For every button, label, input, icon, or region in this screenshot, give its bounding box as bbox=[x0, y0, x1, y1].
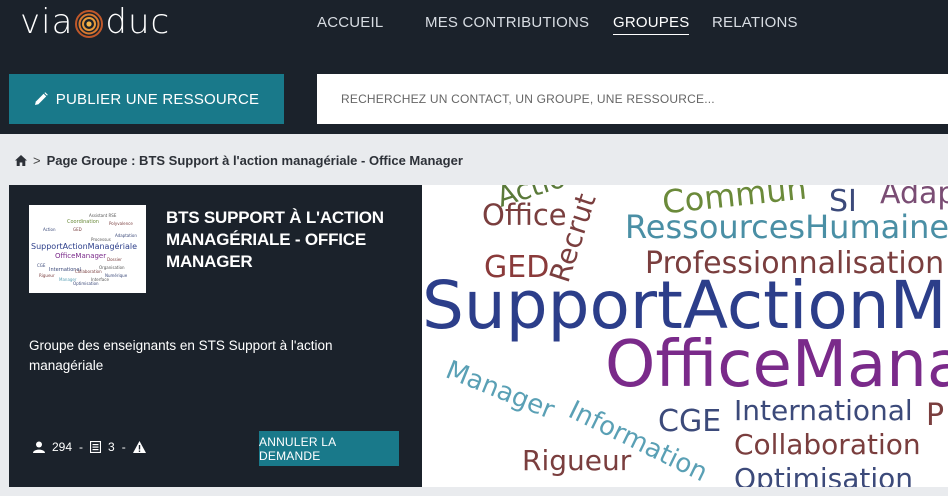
group-description: Groupe des enseignants en STS Support à … bbox=[29, 338, 333, 373]
cloud-word: CGE bbox=[658, 404, 722, 439]
stat-separator: - bbox=[79, 440, 84, 454]
publish-label: PUBLIER UNE RESSOURCE bbox=[55, 90, 260, 108]
breadcrumb-separator: > bbox=[33, 153, 41, 168]
cloud-word: OfficeMana bbox=[605, 328, 948, 402]
cloud-word: RessourcesHumaines bbox=[625, 208, 948, 246]
nav-groupes[interactable]: GROUPES bbox=[613, 14, 690, 35]
logo-text-left: via bbox=[20, 2, 74, 42]
thumb-word: Adaptation bbox=[115, 233, 137, 238]
cloud-word: Office bbox=[482, 198, 567, 232]
publish-resource-button[interactable]: PUBLIER UNE RESSOURCE bbox=[9, 74, 284, 124]
cloud-word: International bbox=[734, 394, 913, 427]
group-thumbnail: Assistant RSE Coordination Polyvalence Acti… bbox=[29, 205, 146, 293]
user-icon bbox=[33, 441, 45, 453]
cloud-word: Manager bbox=[441, 355, 559, 426]
cancel-request-button[interactable]: ANNULER LA DEMANDE bbox=[259, 431, 399, 466]
group-title: BTS SUPPORT À L'ACTION MANAGÉRIALE - OFF… bbox=[166, 208, 384, 271]
thumb-word: Polyvalence bbox=[109, 221, 133, 226]
thumb-word: Action bbox=[43, 227, 56, 232]
thumb-word: CGE bbox=[37, 263, 46, 268]
nav-relations[interactable]: RELATIONS bbox=[712, 14, 798, 31]
home-icon[interactable] bbox=[15, 155, 27, 166]
cloud-word: Collaboration bbox=[734, 428, 921, 461]
thumb-word: OfficeManager bbox=[55, 252, 106, 260]
members-count: 294 bbox=[52, 440, 73, 454]
thumb-word: Rigueur bbox=[39, 273, 55, 278]
thumb-word: Dossier bbox=[107, 257, 122, 262]
resources-count: 3 bbox=[108, 440, 115, 454]
cloud-word: Adap bbox=[880, 185, 948, 211]
document-icon bbox=[90, 441, 102, 453]
breadcrumb-current: Page Groupe : BTS Support à l'action man… bbox=[46, 153, 463, 168]
viaeduc-logo[interactable]: via duc bbox=[20, 0, 170, 44]
thumb-word: Interface bbox=[91, 277, 109, 282]
nav-mes-contributions[interactable]: MES CONTRIBUTIONS bbox=[425, 14, 589, 31]
logo-text-right: duc bbox=[105, 2, 171, 42]
group-banner-wordcloud: Action Commun Adap Office Recrut SI Ress… bbox=[422, 185, 948, 487]
thumb-word: Organisation bbox=[99, 265, 125, 270]
group-stats: 294 - 3 - bbox=[33, 440, 146, 454]
nav-accueil[interactable]: ACCUEIL bbox=[317, 14, 383, 31]
top-bar: via duc ACCUEIL MES CONTRIBUTIONS GROUPE… bbox=[0, 0, 948, 134]
pencil-icon bbox=[34, 92, 48, 105]
cloud-word: P bbox=[926, 398, 945, 433]
thumb-word: SupportActionManagériale bbox=[31, 241, 137, 251]
cloud-word: Optimisation bbox=[734, 462, 914, 488]
thumb-word: Assistant RSE bbox=[89, 213, 117, 218]
stat-separator: - bbox=[121, 440, 126, 454]
group-info-panel: Assistant RSE Coordination Polyvalence Acti… bbox=[9, 185, 422, 487]
cloud-word: Rigueur bbox=[522, 444, 632, 477]
warning-icon[interactable] bbox=[132, 441, 146, 453]
logo-rings-icon bbox=[74, 7, 104, 38]
thumb-word: GED bbox=[73, 227, 82, 232]
search-input[interactable] bbox=[317, 74, 948, 124]
breadcrumb: > Page Groupe : BTS Support à l'action m… bbox=[15, 153, 463, 168]
thumb-word: Coordination bbox=[67, 219, 99, 225]
